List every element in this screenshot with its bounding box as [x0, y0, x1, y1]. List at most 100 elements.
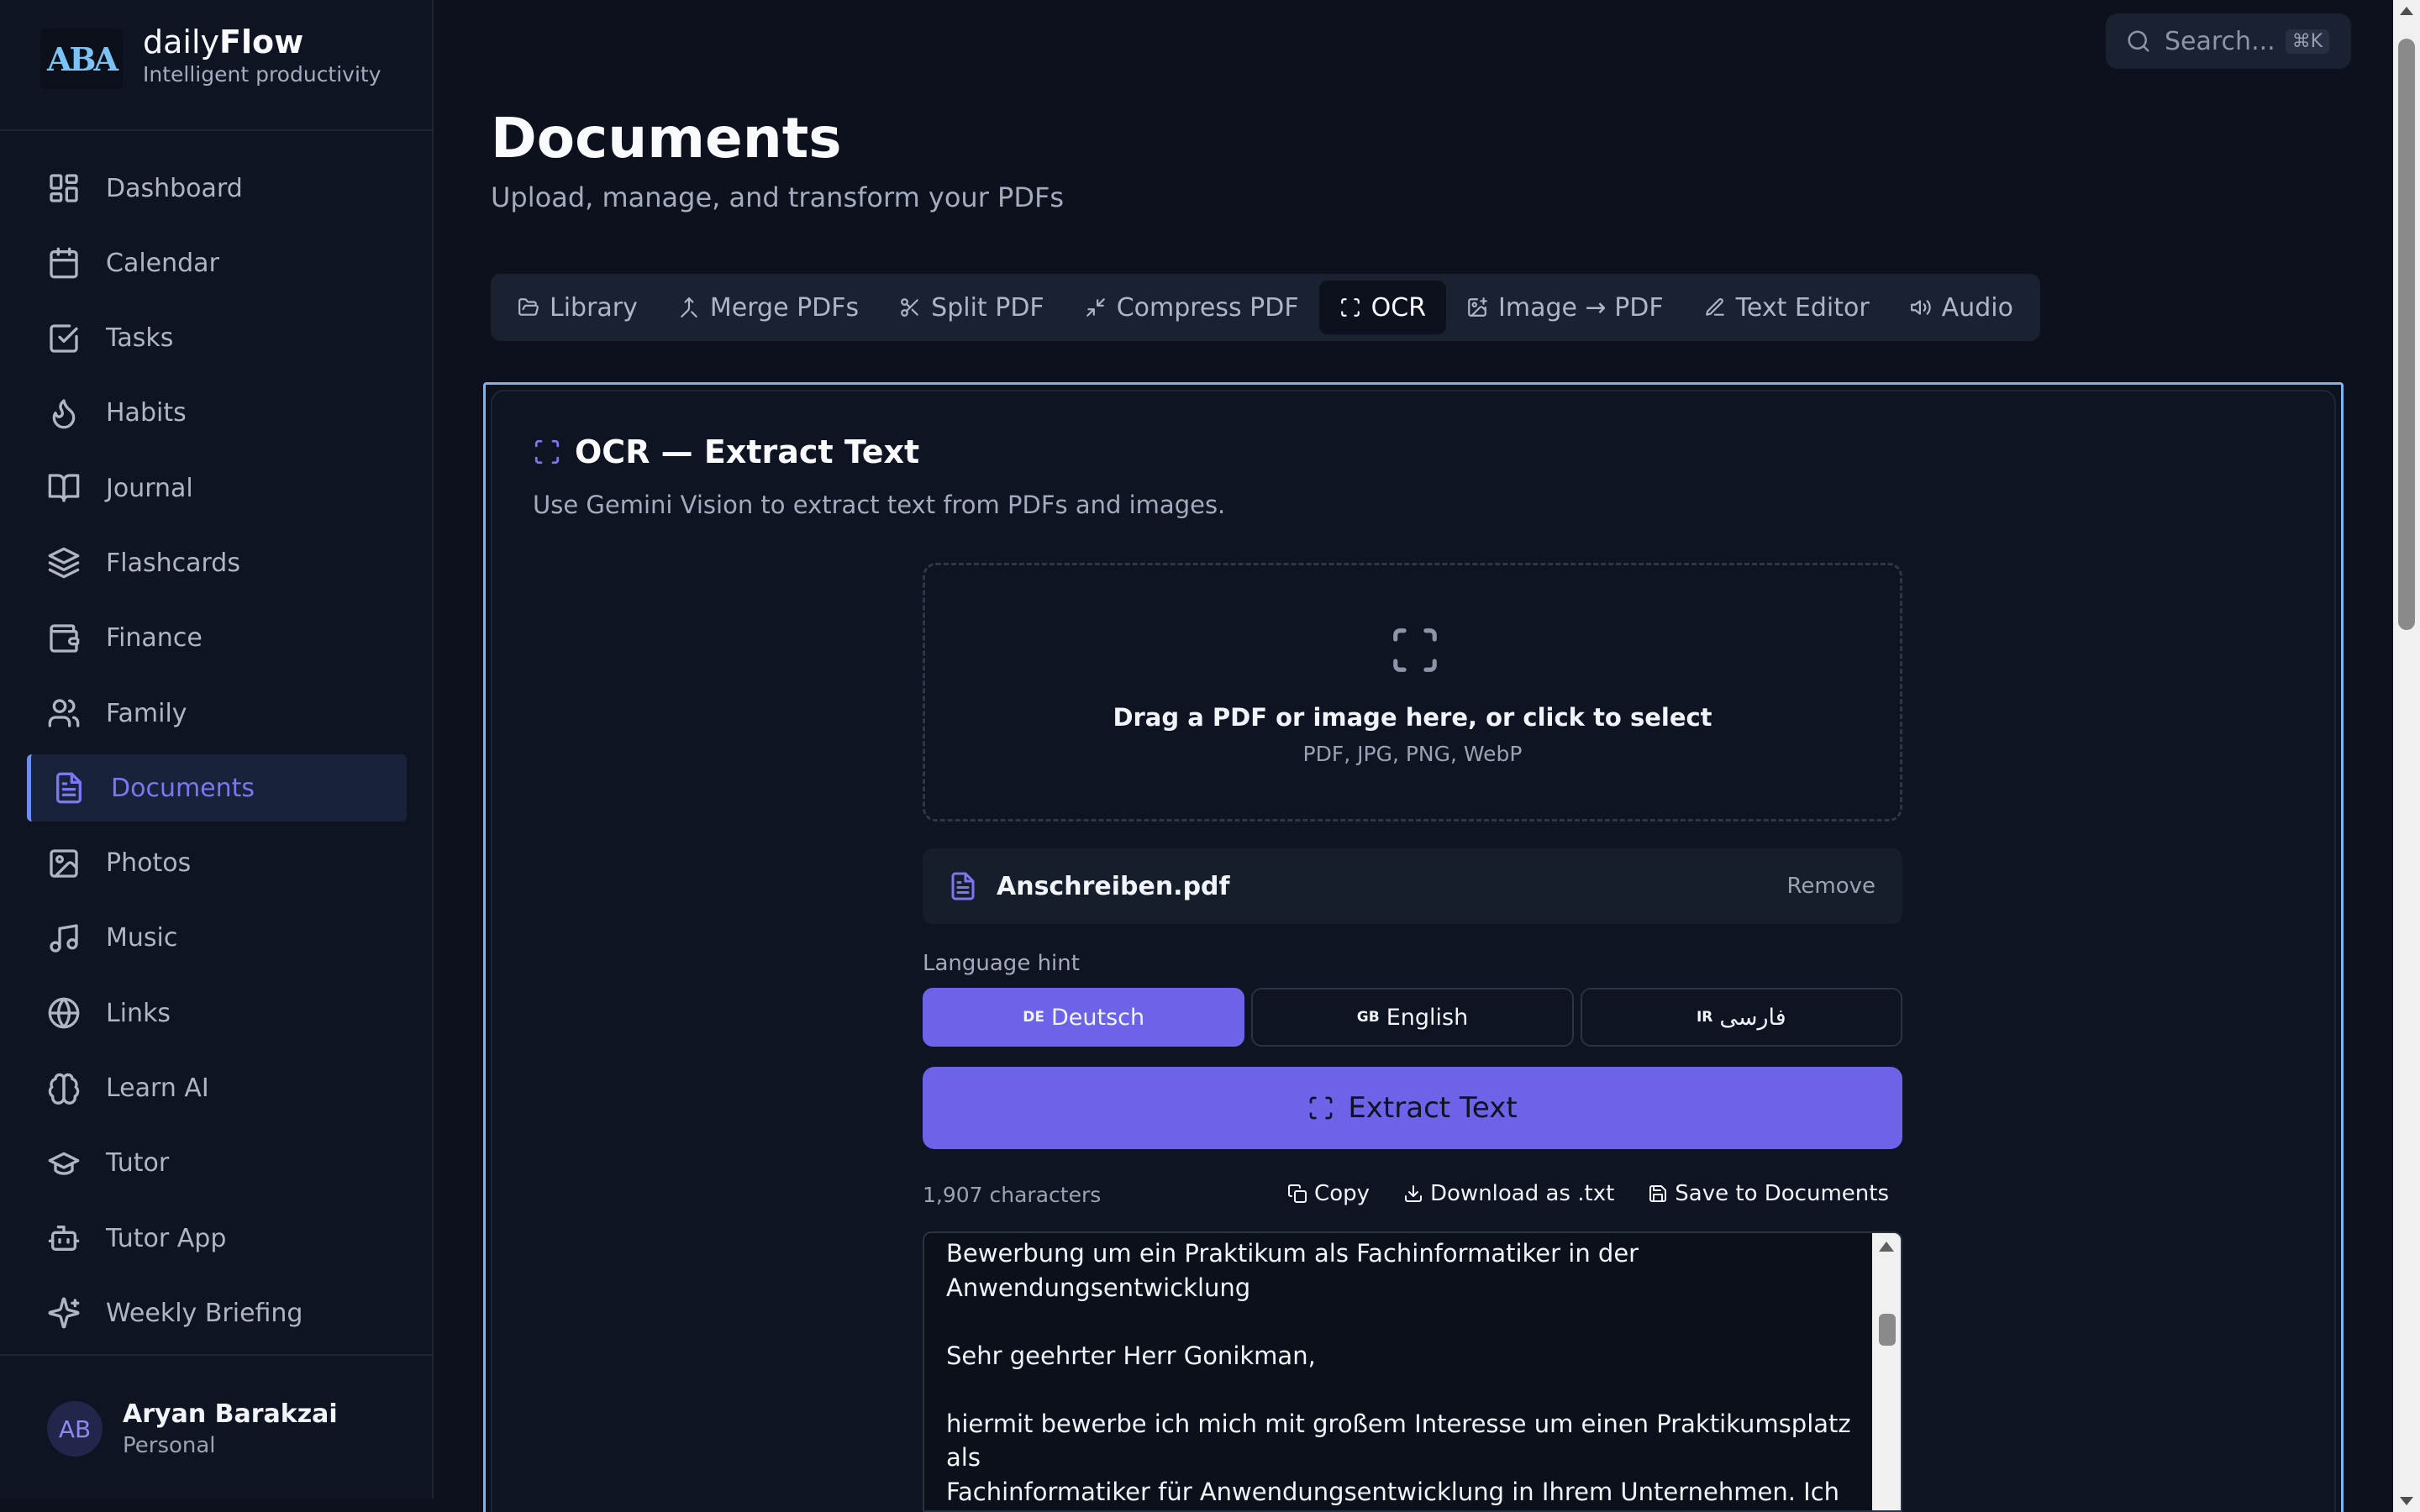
search-placeholder: Search...: [2165, 26, 2275, 56]
language-option-english[interactable]: GB English: [1251, 988, 1574, 1047]
brand-name-bold: Flow: [219, 24, 304, 60]
dropzone-instructions: Drag a PDF or image here, or click to se…: [1113, 703, 1712, 732]
tab-split-pdf[interactable]: Split PDF: [879, 281, 1065, 334]
brand-name-prefix: daily: [143, 24, 220, 60]
extracted-text-area[interactable]: Bewerbung um ein Praktikum als Fachinfor…: [923, 1231, 1902, 1512]
search-icon: [2128, 30, 2149, 52]
sidebar-item-tutor[interactable]: Tutor: [27, 1130, 407, 1197]
scroll-up-arrow-icon[interactable]: [2400, 7, 2413, 15]
scissors-icon: [901, 298, 918, 317]
file-name: Anschreiben.pdf: [997, 871, 1230, 901]
sidebar-item-label: Dashboard: [106, 173, 243, 203]
scan-icon: [1309, 1096, 1333, 1120]
language-option-farsi[interactable]: IR فارسی: [1580, 988, 1902, 1047]
music-icon: [50, 924, 78, 953]
scroll-up-arrow-icon[interactable]: [1879, 1242, 1894, 1252]
tab-image-to-pdf[interactable]: Image → PDF: [1446, 281, 1684, 334]
sidebar-item-habits[interactable]: Habits: [27, 380, 407, 447]
brand-name: dailyFlow: [143, 24, 303, 60]
user-profile[interactable]: AB Aryan Barakzai Personal: [0, 1354, 434, 1499]
sidebar-item-family[interactable]: Family: [27, 680, 407, 747]
tab-library[interactable]: Library: [497, 281, 658, 334]
sidebar-item-dashboard[interactable]: Dashboard: [27, 155, 407, 222]
tab-audio[interactable]: Audio: [1890, 281, 2033, 334]
copy-button[interactable]: Copy: [1287, 1181, 1370, 1206]
ocr-subtitle: Use Gemini Vision to extract text from P…: [533, 491, 1226, 519]
sidebar-item-music[interactable]: Music: [27, 905, 407, 972]
language-hint-label: Language hint: [923, 951, 1080, 976]
sidebar-item-photos[interactable]: Photos: [27, 830, 407, 897]
extract-text-button[interactable]: Extract Text: [923, 1067, 1902, 1149]
minimize-icon: [1086, 298, 1105, 317]
download-icon: [1405, 1185, 1422, 1202]
image-plus-icon: [1468, 297, 1487, 317]
result-toolbar: 1,907 characters Copy Download as .txt S…: [923, 1181, 1902, 1213]
file-dropzone[interactable]: Drag a PDF or image here, or click to se…: [923, 563, 1902, 822]
sidebar-item-label: Tasks: [106, 323, 174, 354]
sidebar-item-label: Photos: [106, 848, 192, 879]
page-scrollbar[interactable]: [2393, 0, 2420, 1512]
language-selector: DE Deutsch GB English IR فارسی: [923, 988, 1902, 1047]
sidebar-item-documents[interactable]: Documents: [27, 754, 407, 822]
globe-icon: [48, 997, 80, 1029]
scan-icon: [1393, 628, 1437, 672]
avatar[interactable]: AB: [47, 1401, 103, 1457]
extracted-text[interactable]: Bewerbung um ein Praktikum als Fachinfor…: [946, 1236, 1862, 1509]
sidebar-item-label: Links: [106, 998, 171, 1028]
selected-file: Anschreiben.pdf Remove: [923, 848, 1902, 924]
sidebar-item-label: Tutor App: [106, 1223, 227, 1253]
language-code: IR: [1696, 1009, 1713, 1026]
grid-icon: [50, 174, 78, 202]
sidebar-item-flashcards[interactable]: Flashcards: [27, 529, 407, 596]
pencil-icon: [1705, 298, 1724, 316]
remove-file-button[interactable]: Remove: [1786, 874, 1876, 899]
sidebar-item-weekly-briefing[interactable]: Weekly Briefing: [27, 1279, 407, 1347]
language-label: Deutsch: [1050, 1004, 1145, 1031]
language-option-deutsch[interactable]: DE Deutsch: [923, 988, 1245, 1047]
tab-merge-pdfs[interactable]: Merge PDFs: [658, 281, 879, 334]
merge-icon: [681, 297, 697, 318]
layers-icon: [48, 548, 80, 579]
document-tabs: Library Merge PDFs Split PDF Compress PD…: [491, 274, 2040, 341]
save-label: Save to Documents: [1675, 1181, 1889, 1206]
tab-label: Library: [550, 292, 638, 323]
copy-label: Copy: [1314, 1181, 1370, 1206]
scroll-thumb[interactable]: [1879, 1314, 1896, 1346]
sidebar-item-finance[interactable]: Finance: [27, 605, 407, 672]
bot-icon: [48, 1226, 80, 1252]
tab-label: Image → PDF: [1498, 292, 1664, 323]
sidebar-item-label: Learn AI: [106, 1074, 209, 1104]
checkbox-icon: [50, 323, 78, 353]
sidebar-item-label: Finance: [106, 623, 203, 654]
user-name: Aryan Barakzai: [123, 1399, 338, 1429]
download-label: Download as .txt: [1430, 1181, 1615, 1206]
tab-label: Compress PDF: [1116, 292, 1299, 323]
tab-ocr[interactable]: OCR: [1318, 281, 1447, 334]
wallet-icon: [50, 624, 80, 653]
sidebar-item-tutor-app[interactable]: Tutor App: [27, 1205, 407, 1272]
scroll-down-arrow-icon[interactable]: [2400, 1497, 2413, 1505]
sidebar-item-learn-ai[interactable]: Learn AI: [27, 1055, 407, 1122]
download-txt-button[interactable]: Download as .txt: [1403, 1181, 1614, 1206]
save-to-documents-button[interactable]: Save to Documents: [1648, 1181, 1889, 1206]
sidebar-item-links[interactable]: Links: [27, 979, 407, 1047]
image-icon: [50, 849, 78, 878]
sidebar-item-tasks[interactable]: Tasks: [27, 305, 407, 372]
save-icon: [1649, 1185, 1667, 1202]
search-button[interactable]: Search... ⌘K: [2106, 13, 2351, 69]
sidebar-item-journal[interactable]: Journal: [27, 454, 407, 522]
flame-icon: [52, 399, 76, 429]
sidebar-item-label: Calendar: [106, 248, 219, 278]
page-title: Documents: [491, 106, 842, 171]
text-scrollbar[interactable]: [1872, 1233, 1901, 1510]
sidebar-item-calendar[interactable]: Calendar: [27, 229, 407, 297]
volume-icon: [1910, 300, 1931, 315]
tab-label: OCR: [1370, 292, 1427, 323]
tab-text-editor[interactable]: Text Editor: [1684, 281, 1890, 334]
language-label: English: [1386, 1004, 1469, 1031]
sidebar: ABA dailyFlow Intelligent productivity D…: [0, 0, 434, 1499]
brand-logo[interactable]: ABA: [40, 29, 123, 89]
tab-compress-pdf[interactable]: Compress PDF: [1065, 281, 1319, 334]
brand-header: ABA dailyFlow Intelligent productivity: [0, 0, 432, 131]
scroll-thumb[interactable]: [2398, 39, 2415, 630]
